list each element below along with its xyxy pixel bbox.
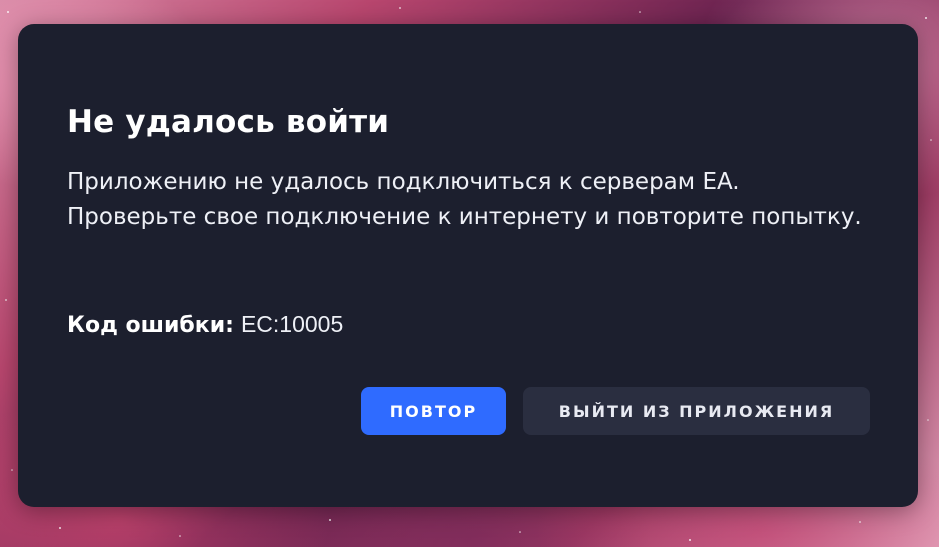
retry-button[interactable]: ПОВТОР: [361, 387, 506, 435]
exit-app-button[interactable]: ВЫЙТИ ИЗ ПРИЛОЖЕНИЯ: [523, 387, 870, 435]
error-dialog: Не удалось войти Приложению не удалось п…: [18, 24, 918, 507]
error-code-label: Код ошибки:: [67, 313, 234, 338]
error-code-value: EC:10005: [240, 311, 344, 337]
dialog-title: Не удалось войти: [67, 104, 390, 140]
dialog-message: Приложению не удалось подключиться к сер…: [67, 169, 862, 230]
error-code-line: Код ошибки: EC:10005: [67, 308, 343, 342]
